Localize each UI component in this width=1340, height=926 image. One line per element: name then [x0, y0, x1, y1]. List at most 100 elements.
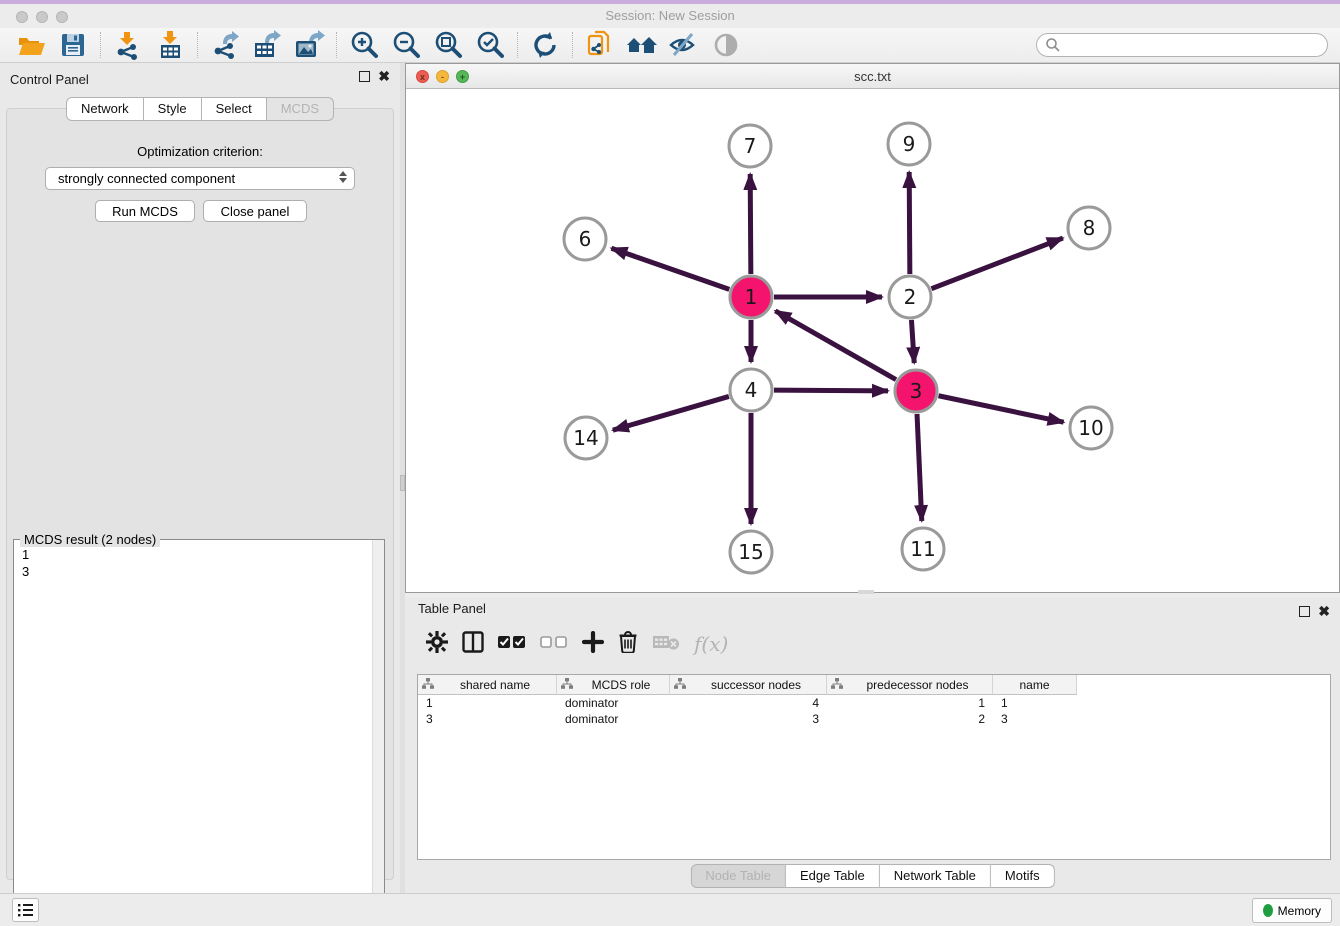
table-cell[interactable]: dominator	[557, 712, 670, 726]
table-cell[interactable]: 2	[827, 712, 993, 726]
first-neighbors-button[interactable]	[621, 30, 663, 60]
network-maximize-icon[interactable]: +	[456, 70, 469, 83]
column-layout-button[interactable]	[462, 631, 484, 658]
table-panel-title: Table Panel	[418, 601, 486, 616]
table-row[interactable]: 3dominator323	[418, 711, 1330, 727]
mcds-result-list[interactable]: 1 3	[22, 546, 29, 580]
window-zoom-icon[interactable]	[56, 11, 68, 23]
graph-node-3[interactable]: 3	[895, 370, 937, 412]
delete-column-button[interactable]	[618, 630, 638, 658]
save-session-button[interactable]	[52, 30, 94, 60]
show-eye-disabled-icon	[711, 32, 741, 58]
export-table-button[interactable]	[246, 30, 288, 60]
column-header-successor-nodes[interactable]: successor nodes	[670, 675, 827, 695]
tab-motifs[interactable]: Motifs	[991, 864, 1055, 888]
float-panel-icon[interactable]	[359, 71, 370, 82]
graph-node-11[interactable]: 11	[902, 528, 944, 570]
close-panel-icon[interactable]: ✖	[1318, 606, 1330, 617]
hide-selected-button[interactable]	[663, 30, 705, 60]
tab-edge-table[interactable]: Edge Table	[786, 864, 880, 888]
network-close-icon[interactable]: x	[416, 70, 429, 83]
network-window-titlebar[interactable]: x - + scc.txt	[406, 64, 1339, 89]
graph-node-9[interactable]: 9	[888, 123, 930, 165]
column-header-predecessor-nodes[interactable]: predecessor nodes	[827, 675, 993, 695]
task-history-button[interactable]	[12, 898, 39, 922]
search-input[interactable]	[1061, 38, 1311, 52]
tab-style[interactable]: Style	[144, 97, 202, 121]
node-table[interactable]: shared nameMCDS rolesuccessor nodesprede…	[417, 674, 1331, 860]
toolbar-separator	[100, 32, 101, 58]
edge-2-3[interactable]	[911, 320, 914, 363]
zoom-fit-button[interactable]	[427, 30, 469, 60]
graph-node-15[interactable]: 15	[730, 531, 772, 573]
graph-node-2[interactable]: 2	[889, 276, 931, 318]
edge-1-6[interactable]	[611, 248, 729, 289]
delete-table-button[interactable]	[652, 633, 680, 656]
column-header-shared-name[interactable]: shared name	[418, 675, 557, 695]
edge-3-11[interactable]	[917, 414, 922, 521]
table-cell[interactable]: 1	[827, 696, 993, 710]
export-network-button[interactable]	[204, 30, 246, 60]
zoom-selected-button[interactable]	[469, 30, 511, 60]
table-panel: Table Panel ✖ f(x) shared nameMCDS roles…	[405, 598, 1340, 893]
new-network-from-selection-button[interactable]	[579, 30, 621, 60]
refresh-button[interactable]	[524, 30, 566, 60]
show-hidden-button[interactable]	[705, 30, 747, 60]
edge-4-3[interactable]	[774, 390, 888, 391]
memory-button[interactable]: Memory	[1252, 898, 1332, 923]
criterion-select[interactable]: strongly connected component	[45, 167, 355, 190]
network-graph-canvas[interactable]: 1 2 3 4 6 7 8 9 10 11 14 15	[406, 89, 1339, 592]
column-header-MCDS-role[interactable]: MCDS role	[557, 675, 670, 695]
float-panel-icon[interactable]	[1299, 606, 1310, 617]
deselect-all-button[interactable]	[540, 635, 568, 654]
table-cell[interactable]: 3	[670, 712, 827, 726]
graph-node-7[interactable]: 7	[729, 125, 771, 167]
function-builder-button[interactable]: f(x)	[694, 632, 728, 656]
window-resize-handle[interactable]	[858, 590, 874, 594]
table-cell[interactable]: 3	[418, 712, 557, 726]
edge-3-10[interactable]	[939, 396, 1064, 422]
graph-node-10[interactable]: 10	[1070, 407, 1112, 449]
hierarchy-icon	[422, 678, 434, 692]
search-box[interactable]	[1036, 33, 1328, 57]
edge-3-1[interactable]	[775, 311, 896, 380]
table-cell[interactable]: 1	[993, 696, 1077, 710]
table-cell[interactable]: 3	[993, 712, 1077, 726]
tab-node-table[interactable]: Node Table	[690, 864, 786, 888]
import-table-button[interactable]	[149, 30, 191, 60]
edge-1-7[interactable]	[750, 174, 751, 274]
edge-4-14[interactable]	[613, 396, 729, 430]
add-column-button[interactable]	[582, 631, 604, 658]
zoom-out-button[interactable]	[385, 30, 427, 60]
settings-gear-button[interactable]	[426, 631, 448, 658]
edge-2-8[interactable]	[931, 238, 1062, 289]
tab-mcds[interactable]: MCDS	[267, 97, 334, 121]
window-minimize-icon[interactable]	[36, 11, 48, 23]
result-scrollbar[interactable]	[372, 540, 384, 918]
table-row[interactable]: 1dominator411	[418, 695, 1330, 711]
tab-select[interactable]: Select	[202, 97, 267, 121]
run-mcds-button[interactable]: Run MCDS	[95, 200, 195, 222]
graph-node-14[interactable]: 14	[565, 417, 607, 459]
graph-node-6[interactable]: 6	[564, 218, 606, 260]
table-cell[interactable]: dominator	[557, 696, 670, 710]
column-header-name[interactable]: name	[993, 675, 1077, 695]
open-file-button[interactable]	[10, 30, 52, 60]
first-neighbors-icon	[625, 31, 659, 59]
graph-node-4[interactable]: 4	[730, 369, 772, 411]
table-cell[interactable]: 1	[418, 696, 557, 710]
graph-node-8[interactable]: 8	[1068, 207, 1110, 249]
tab-network-table[interactable]: Network Table	[880, 864, 991, 888]
window-close-icon[interactable]	[16, 11, 28, 23]
graph-node-1[interactable]: 1	[730, 276, 772, 318]
export-image-button[interactable]	[288, 30, 330, 60]
close-panel-icon[interactable]: ✖	[378, 71, 390, 82]
edge-2-9[interactable]	[909, 172, 910, 274]
tab-network[interactable]: Network	[66, 97, 144, 121]
select-all-button[interactable]	[498, 635, 526, 654]
import-network-button[interactable]	[107, 30, 149, 60]
table-cell[interactable]: 4	[670, 696, 827, 710]
close-panel-button[interactable]: Close panel	[203, 200, 307, 222]
network-minimize-icon[interactable]: -	[436, 70, 449, 83]
zoom-in-button[interactable]	[343, 30, 385, 60]
